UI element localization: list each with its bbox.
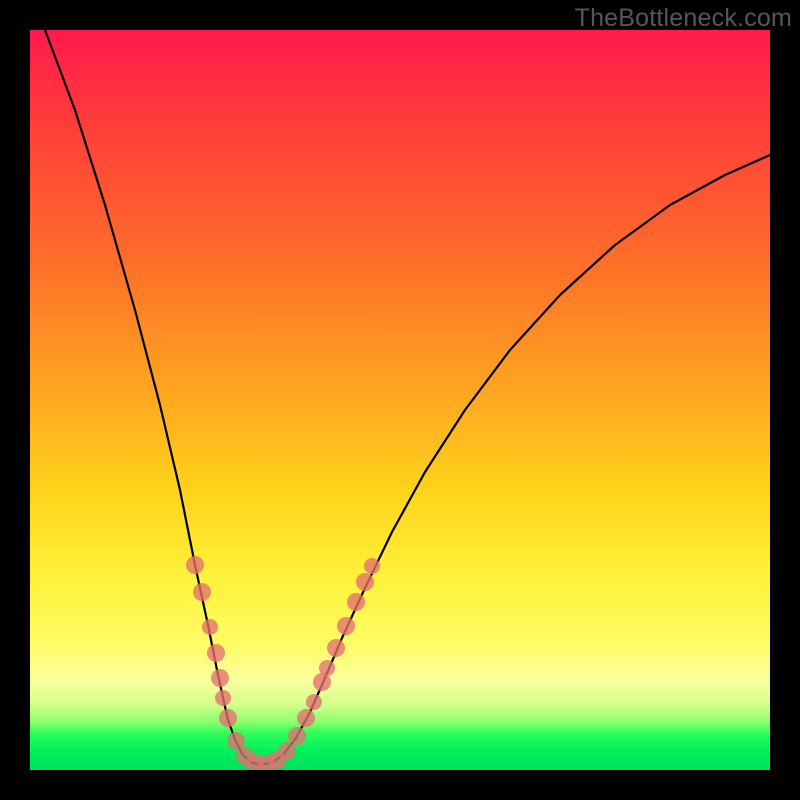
chart-frame: TheBottleneck.com	[0, 0, 800, 800]
bead	[207, 644, 225, 662]
bead	[337, 617, 355, 635]
bead	[319, 660, 335, 676]
curve-path	[45, 30, 770, 765]
bead	[297, 709, 315, 727]
bead	[288, 727, 306, 745]
bead	[193, 583, 211, 601]
plot-area	[30, 30, 770, 770]
bead	[356, 573, 374, 591]
bead	[306, 694, 322, 710]
bead	[327, 639, 345, 657]
bead	[278, 742, 296, 760]
bead	[347, 593, 365, 611]
watermark-text: TheBottleneck.com	[575, 4, 792, 33]
bead	[202, 619, 218, 635]
bead	[215, 690, 231, 706]
bottleneck-curve	[30, 30, 770, 770]
bead	[186, 556, 204, 574]
bead	[364, 558, 380, 574]
bead	[227, 732, 245, 750]
bead	[219, 709, 237, 727]
bead	[211, 669, 229, 687]
